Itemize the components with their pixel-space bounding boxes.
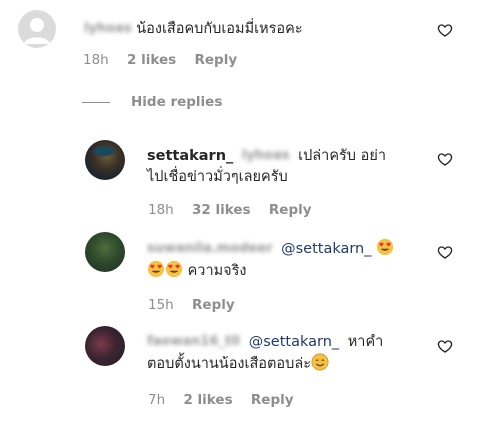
hide-replies-button[interactable]: Hide replies bbox=[131, 94, 222, 110]
default-avatar-icon bbox=[24, 18, 50, 44]
heart-eyes-emoji bbox=[377, 238, 394, 256]
timestamp: 15h bbox=[148, 297, 174, 313]
comment-row: lyhoas น้องเสือคบกับเอมมี่เหรอคะ bbox=[84, 17, 303, 41]
reply-text: เปล่าครับ อย่า bbox=[298, 148, 386, 164]
reply-text: ตอบตั้งนานน้องเสือตอบล่ะ bbox=[147, 356, 312, 372]
username[interactable]: settakarn_ bbox=[147, 148, 233, 164]
reply-text-line2: ตอบตั้งนานน้องเสือตอบล่ะ bbox=[147, 352, 329, 376]
reply-meta: 15h Reply bbox=[148, 297, 249, 313]
comment-meta: 18h 2 likes Reply bbox=[83, 52, 251, 68]
reply-text: หาคำ bbox=[347, 334, 384, 350]
comment-text: น้องเสือคบกับเอมมี่เหรอคะ bbox=[136, 21, 303, 37]
heart-eyes-emoji bbox=[147, 260, 165, 278]
mention-link[interactable]: @settakarn_ bbox=[249, 334, 339, 350]
avatar[interactable] bbox=[85, 326, 125, 366]
reply-button[interactable]: Reply bbox=[269, 202, 312, 218]
likes-count[interactable]: 32 likes bbox=[192, 202, 251, 218]
avatar[interactable] bbox=[18, 10, 56, 48]
username[interactable]: faowan16_tll bbox=[147, 330, 240, 354]
replies-divider bbox=[82, 102, 110, 103]
reply-meta: 7h 2 likes Reply bbox=[148, 392, 308, 408]
likes-count[interactable]: 2 likes bbox=[183, 392, 232, 408]
reply-row: faowan16_tll @settakarn_ หาคำ bbox=[147, 330, 383, 354]
mention-link[interactable]: @settakarn_ bbox=[281, 241, 371, 257]
reply-text-line2: ไปเชื่อข่าวมั่วๆเลยครับ bbox=[147, 169, 288, 185]
heart-outline-icon[interactable] bbox=[437, 244, 453, 260]
username[interactable]: suwanila.modeer bbox=[147, 237, 272, 261]
likes-count[interactable]: 2 likes bbox=[127, 52, 176, 68]
smiling-emoji bbox=[311, 353, 329, 371]
reply-row: suwanila.modeer @settakarn_ bbox=[147, 237, 394, 261]
timestamp: 7h bbox=[148, 392, 166, 408]
reply-text-line2: ความจริง bbox=[147, 259, 247, 283]
timestamp: 18h bbox=[83, 52, 109, 68]
heart-outline-icon[interactable] bbox=[437, 151, 453, 167]
heart-outline-icon[interactable] bbox=[437, 22, 453, 38]
reply-button[interactable]: Reply bbox=[192, 297, 235, 313]
heart-outline-icon[interactable] bbox=[437, 338, 453, 354]
avatar[interactable] bbox=[85, 140, 125, 180]
heart-eyes-emoji bbox=[165, 260, 183, 278]
timestamp: 18h bbox=[148, 202, 174, 218]
reply-button[interactable]: Reply bbox=[194, 52, 237, 68]
reply-text: ความจริง bbox=[187, 263, 247, 279]
avatar[interactable] bbox=[85, 232, 125, 272]
reply-meta: 18h 32 likes Reply bbox=[148, 202, 326, 218]
username[interactable]: lyhoas bbox=[84, 17, 132, 41]
reply-button[interactable]: Reply bbox=[251, 392, 294, 408]
